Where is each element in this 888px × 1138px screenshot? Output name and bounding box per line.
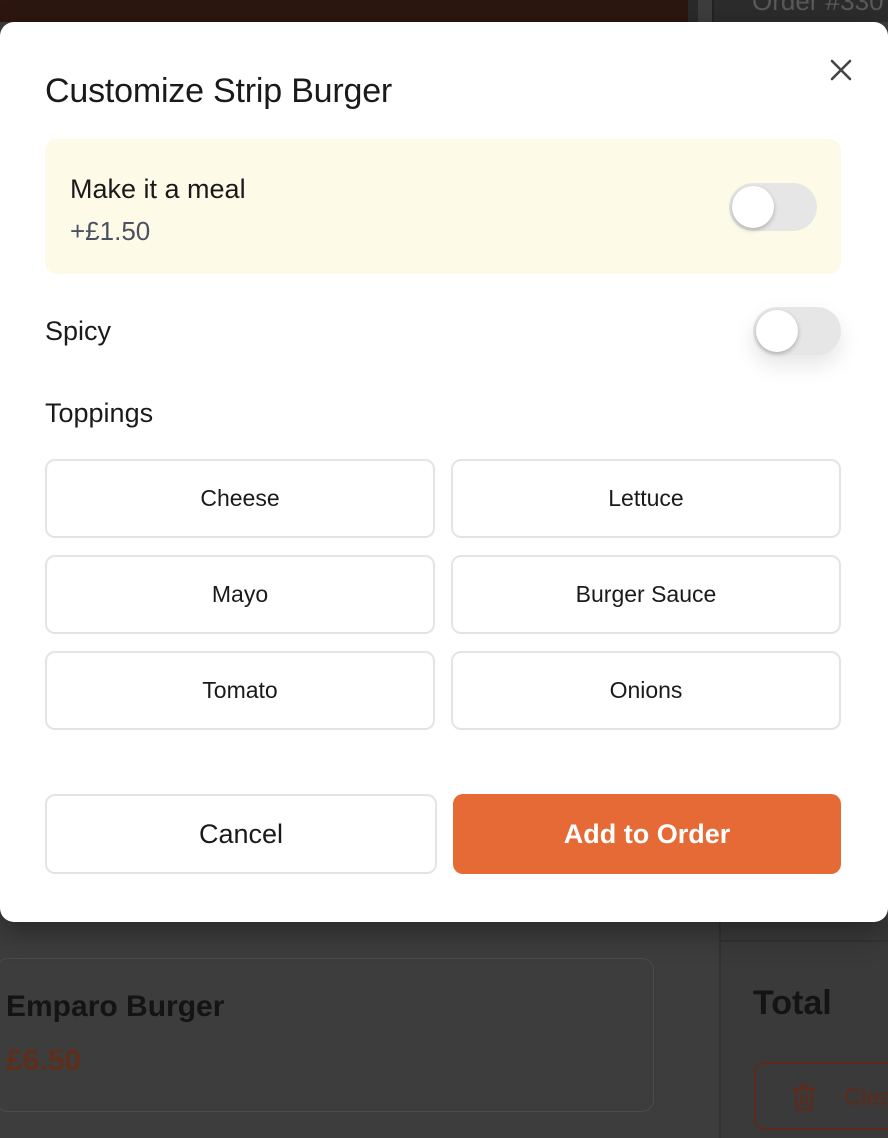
meal-option-panel	[45, 139, 841, 274]
pos-screen: Order #330 Emparo Burger £6.50 Total Cle…	[0, 0, 888, 1138]
background-top-bar	[0, 0, 690, 22]
meal-option-label: Make it a meal	[70, 174, 246, 204]
trash-icon	[792, 1084, 816, 1111]
topping-button-cheese[interactable]: Cheese	[45, 459, 435, 538]
topping-button-tomato[interactable]: Tomato	[45, 651, 435, 730]
background-clear-label: Clear	[844, 1084, 888, 1111]
spicy-toggle-knob	[756, 310, 798, 352]
background-divider	[688, 0, 698, 22]
spicy-option-label: Spicy	[45, 316, 112, 346]
background-total-label: Total	[753, 984, 832, 1022]
cancel-button[interactable]: Cancel	[45, 794, 437, 874]
dialog-title: Customize Strip Burger	[45, 72, 393, 110]
background-order-number: Order #330	[752, 0, 884, 16]
spicy-toggle[interactable]	[753, 307, 841, 355]
meal-toggle-knob	[732, 186, 774, 228]
topping-button-onions[interactable]: Onions	[451, 651, 841, 730]
toppings-heading: Toppings	[45, 398, 154, 428]
background-menu-item-card[interactable]	[0, 958, 654, 1112]
background-order-divider	[721, 940, 888, 942]
topping-button-mayo[interactable]: Mayo	[45, 555, 435, 634]
meal-option-price: +£1.50	[70, 216, 151, 246]
add-to-order-button[interactable]: Add to Order	[453, 794, 841, 874]
close-icon[interactable]	[824, 53, 858, 87]
background-menu-item-name: Emparo Burger	[6, 990, 225, 1023]
background-menu-item-price: £6.50	[6, 1044, 82, 1077]
meal-toggle[interactable]	[729, 183, 817, 231]
topping-button-burger-sauce[interactable]: Burger Sauce	[451, 555, 841, 634]
topping-button-lettuce[interactable]: Lettuce	[451, 459, 841, 538]
